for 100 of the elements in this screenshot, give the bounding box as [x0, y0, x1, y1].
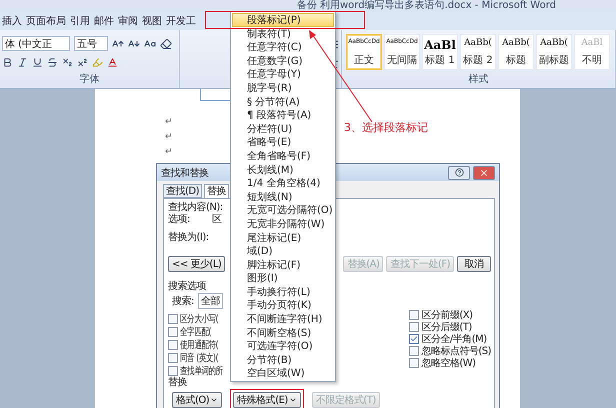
window-title: 备份 利用word编写导出多表语句.docx - Microsoft Word: [296, 0, 556, 11]
font-size-field[interactable]: 五号: [74, 36, 108, 51]
checkbox[interactable]: [409, 334, 420, 344]
ribbon-tab[interactable]: 视图: [142, 14, 162, 28]
caret-icon: [210, 396, 218, 404]
menu-item[interactable]: 脚注标记(F): [232, 258, 334, 272]
option-label: 全字匹配(: [180, 326, 212, 338]
less-button[interactable]: << 更少(L): [168, 256, 226, 272]
checkbox[interactable]: [409, 322, 420, 332]
help-icon: [454, 168, 464, 177]
menu-item[interactable]: 无宽可选分隔符(O): [232, 203, 334, 217]
menu-item[interactable]: 尾注标记(E): [232, 230, 334, 244]
style-card[interactable]: AaBb( 副标题: [536, 34, 572, 70]
italic-icon[interactable]: [17, 57, 28, 68]
dialog-tab[interactable]: 替换: [204, 184, 230, 198]
option-label: 区分全/半角(M): [421, 332, 487, 346]
strikethrough-icon[interactable]: [47, 57, 58, 68]
menu-item[interactable]: 分节符(B): [232, 352, 334, 366]
underline-icon[interactable]: [32, 57, 43, 68]
option-label: 区分后缀(T): [421, 320, 472, 334]
field-label: 选项:: [168, 212, 191, 226]
option-label: 查找单词的所: [180, 364, 223, 377]
menu-item[interactable]: 空白区域(W): [232, 366, 334, 380]
dialog-tab[interactable]: 查找(D): [163, 184, 202, 198]
menu-item[interactable]: § 分节符(A): [232, 94, 334, 108]
menu-item[interactable]: 脱字号(R): [232, 80, 334, 95]
option-label: 使用通配符(: [180, 338, 218, 352]
ribbon-tab[interactable]: 审阅: [118, 14, 138, 28]
field-label: 查找内容(N):: [168, 200, 223, 214]
checkbox[interactable]: [168, 314, 178, 324]
ribbon-tab[interactable]: 页面布局: [26, 14, 66, 28]
checkbox[interactable]: [409, 358, 420, 368]
close-icon: [479, 168, 489, 178]
ribbon-tab[interactable]: 插入: [2, 14, 22, 28]
menu-item[interactable]: 域(D): [232, 244, 334, 258]
options-value: 区: [212, 213, 222, 226]
style-card[interactable]: AaBl 不明: [574, 34, 610, 70]
dialog-button[interactable]: 格式(O): [172, 392, 222, 408]
change-case-icon[interactable]: [144, 38, 156, 50]
dialog-button[interactable]: 取消: [457, 256, 491, 272]
checkbox[interactable]: [168, 340, 178, 350]
field-label: 搜索:: [172, 294, 194, 308]
caret-icon: [288, 396, 297, 404]
option-label: 忽略标点符号(S): [421, 344, 491, 358]
font-name-field[interactable]: 体 (中文正: [2, 36, 70, 51]
ribbon-tab[interactable]: 邮件: [94, 14, 114, 28]
menu-item[interactable]: 段落标记(P): [232, 13, 334, 27]
paragraph-mark: ↵: [165, 147, 173, 157]
menu-item[interactable]: 可选连字符(O): [232, 339, 334, 353]
menu-item[interactable]: 不间断连字符(H): [232, 312, 334, 326]
shrink-font-icon[interactable]: [128, 38, 140, 50]
paragraph-mark: ↵: [165, 117, 173, 127]
option-label: 同音 (英文)(: [180, 352, 218, 364]
style-card[interactable]: AaBl 标题 1: [422, 34, 458, 70]
paragraph-mark: ↵: [165, 132, 173, 142]
dialog-button[interactable]: 特殊格式(E): [233, 392, 301, 408]
menu-item[interactable]: 1/4 全角空格(4): [232, 176, 334, 190]
menu-item[interactable]: 分栏符(U): [232, 122, 334, 136]
subscript-icon[interactable]: [62, 57, 73, 68]
menu-item[interactable]: ¶ 段落符号(A): [232, 108, 334, 122]
menu-item[interactable]: 任意数字(G): [232, 54, 334, 68]
menu-item[interactable]: 短划线(N): [232, 190, 334, 204]
checkbox[interactable]: [409, 310, 420, 320]
style-card[interactable]: AaBb( 标题: [498, 34, 534, 70]
group-label: 样式: [468, 72, 488, 87]
menu-item[interactable]: 手动换行符(L): [232, 284, 334, 298]
option-label: 区分大小写(: [180, 312, 218, 326]
menu-item[interactable]: 任意字符(C): [232, 40, 334, 54]
close-button[interactable]: [473, 166, 495, 180]
menu-item[interactable]: 无宽非分隔符(W): [232, 216, 334, 230]
checkbox[interactable]: [168, 366, 178, 376]
checkbox[interactable]: [409, 346, 420, 356]
search-select[interactable]: 全部: [198, 293, 223, 309]
group-label: 字体: [80, 72, 100, 87]
font-color-icon[interactable]: [107, 57, 118, 68]
menu-item[interactable]: 制表符(T): [232, 26, 334, 40]
option-label: 忽略空格(W): [421, 356, 476, 370]
menu-item[interactable]: 省略号(E): [232, 135, 334, 149]
menu-item[interactable]: 手动分页符(K): [232, 298, 334, 312]
menu-item[interactable]: 长划线(M): [232, 162, 334, 176]
style-card[interactable]: AaBb( 标题 2: [460, 34, 496, 70]
grow-font-icon[interactable]: [112, 38, 124, 50]
menu-item[interactable]: 图形(I): [232, 271, 334, 285]
superscript-icon[interactable]: [77, 57, 88, 68]
menu-item[interactable]: 任意字母(Y): [232, 67, 334, 81]
eraser-icon[interactable]: [160, 38, 172, 50]
dialog-title: 查找和替换: [161, 166, 208, 180]
bold-icon[interactable]: [2, 57, 13, 68]
annotation-text: 3、选择段落标记: [344, 120, 428, 135]
menu-item[interactable]: 全角省略号(F): [232, 148, 334, 163]
checkbox[interactable]: [168, 326, 178, 336]
menu-item[interactable]: 不间断空格(S): [232, 326, 334, 340]
help-button[interactable]: [448, 166, 470, 180]
ribbon-tab[interactable]: 引用: [70, 14, 90, 28]
section-label: 搜索选项: [168, 280, 206, 293]
section-label: 替换: [168, 376, 187, 389]
checkbox[interactable]: [168, 352, 178, 362]
option-label: 区分前缀(X): [421, 308, 472, 322]
ribbon-tab[interactable]: 开发工: [166, 14, 196, 28]
field-label: 替换为(I):: [168, 230, 209, 244]
